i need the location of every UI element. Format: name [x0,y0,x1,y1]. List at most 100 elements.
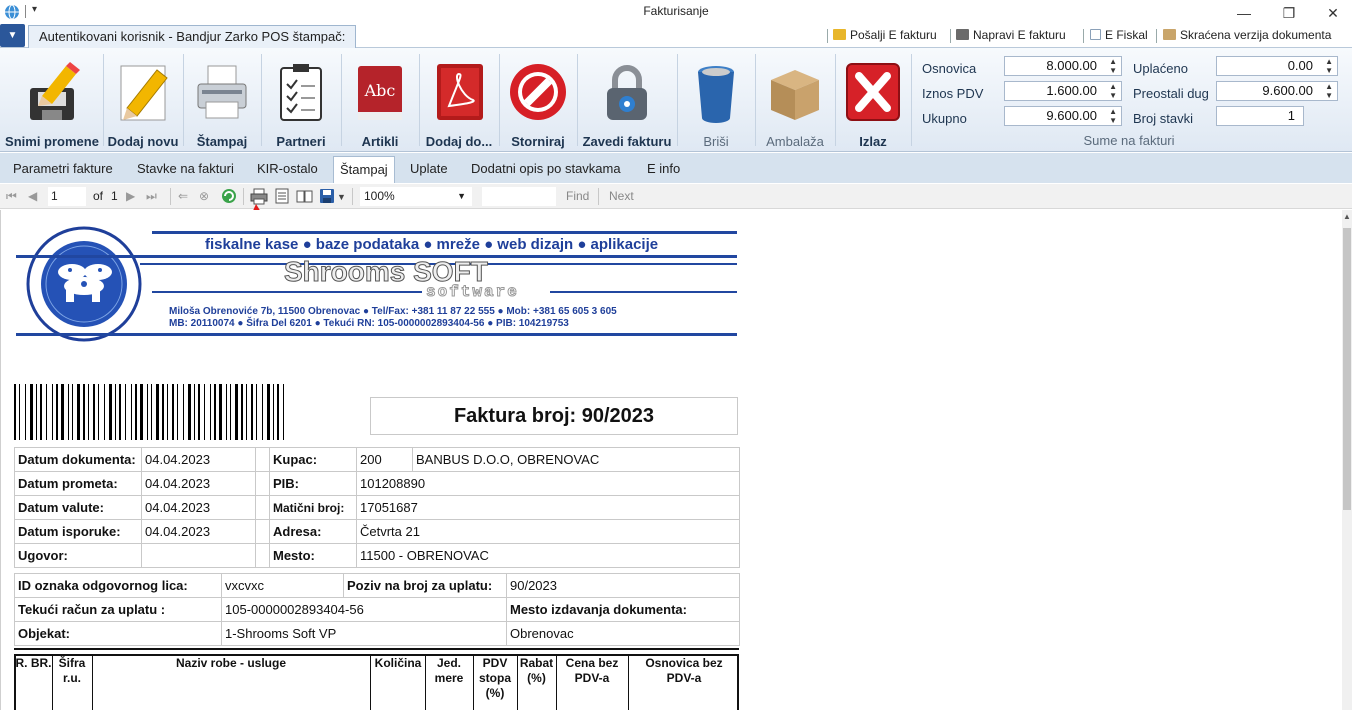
uplaceno-field[interactable]: 0.00 ▲ ▼ [1216,56,1338,76]
tab-uplate[interactable]: Uplate [404,156,454,183]
efiskal-button[interactable]: E Fiskal [1090,28,1148,42]
find-link[interactable]: Find [566,189,589,203]
print-report-icon[interactable] [250,188,268,205]
osnovica-field[interactable]: 8.000.00 ▲ ▼ [1004,56,1122,76]
create-efaktura-button[interactable]: Napravi E fakturu [956,28,1066,42]
barcode-bar [235,384,238,440]
storno-button[interactable]: Storniraj [500,50,576,150]
qa-label: Pošalji E fakturu [850,28,937,42]
add-pdf-button[interactable]: Dodaj do... [420,50,498,150]
user-tab[interactable]: Autentikovani korisnik - Bandjur Zarko P… [28,25,357,48]
app-menu-button[interactable]: ▼ [0,24,25,47]
broj-stavki-field[interactable]: 1 [1216,106,1304,126]
detail-value [141,543,256,568]
short-version-button[interactable]: Skraćena verzija dokumenta [1163,28,1331,42]
back-icon[interactable]: ⇐ [178,189,188,203]
next-page-icon[interactable]: ▶ [126,189,135,203]
stop-icon[interactable]: ⊗ [199,189,209,203]
spinner-icon[interactable]: ▲ ▼ [1325,57,1333,75]
iznos-pdv-field[interactable]: 1.600.00 ▲ ▼ [1004,81,1122,101]
barcode-bar [56,384,58,440]
column-separator [628,655,629,710]
pdf-icon [437,64,483,120]
tab-stampaj[interactable]: Štampaj [333,156,395,183]
barcode-bar [183,384,184,440]
export-icon[interactable] [319,188,335,204]
window-title: Fakturisanje [643,4,709,18]
table-row: Datum valute: 04.04.2023 Matični broj: 1705… [14,495,740,520]
detail-spacer [255,447,270,472]
barcode-bar [219,384,222,440]
exit-button[interactable]: Izlaz [836,50,910,150]
ukupno-field[interactable]: 9.600.00 ▲ ▼ [1004,106,1122,126]
ribbon-label: Snimi promene [5,134,99,149]
partners-button[interactable]: Partneri [262,50,340,150]
spinner-icon[interactable]: ▲ ▼ [1109,57,1117,75]
scroll-up-icon[interactable]: ▲ [1343,212,1351,221]
barcode-bar [147,384,148,440]
print-layout-icon[interactable] [274,188,290,204]
printer-icon [197,65,247,119]
payment-label: ID oznaka odgovornog lica: [14,573,222,598]
articles-button[interactable]: Abc Artikli [342,50,418,150]
delete-button[interactable]: Briši [678,50,754,150]
qa-separator [827,29,828,43]
last-page-icon[interactable]: ⏭ [146,189,157,204]
barcode-bar [188,384,191,440]
print-button[interactable]: Štampaj [184,50,260,150]
calculator-icon [1163,29,1176,40]
spinner-icon[interactable]: ▲ ▼ [1109,82,1117,100]
packaging-button[interactable]: Ambalaža [756,50,834,150]
barcode-bar [256,384,257,440]
tab-kir-ostalo[interactable]: KIR-ostalo [251,156,324,183]
tab-e-info[interactable]: E info [641,156,686,183]
header-rule [16,333,737,336]
detail-label: Datum isporuke: [14,519,142,544]
save-changes-button[interactable]: Snimi promene [2,50,102,150]
card-icon [956,29,969,40]
add-new-button[interactable]: Dodaj novu [104,50,182,150]
minimize-button[interactable]: — [1222,2,1266,24]
column-separator [425,655,426,710]
barcode-bar [210,384,211,440]
qa-separator [1083,29,1084,43]
tab-parametri-fakture[interactable]: Parametri fakture [7,156,119,183]
header-rule [152,291,422,293]
register-invoice-button[interactable]: Zavedi fakturu [578,50,676,150]
export-dropdown-icon[interactable]: ▼ [337,192,346,202]
spinner-icon[interactable]: ▲ ▼ [1325,82,1333,100]
next-link[interactable]: Next [609,189,634,203]
zoom-select[interactable]: 100% ▼ [360,187,472,206]
col-kolicina: Količina [374,656,422,670]
barcode-bar [140,384,143,440]
scroll-thumb[interactable] [1343,228,1351,510]
barcode-bar [25,384,26,440]
preostali-dug-field[interactable]: 9.600.00 ▲ ▼ [1216,81,1338,101]
page-number-input[interactable]: 1 [48,187,86,206]
svg-text:Abc: Abc [364,81,396,100]
detail-label: Datum prometa: [14,471,142,496]
barcode-bar [36,384,37,440]
barcode-bar [204,384,205,440]
barcode-bar [40,384,42,440]
barcode-bar [151,384,152,440]
close-button[interactable]: ✕ [1311,2,1352,24]
barcode-bar [72,384,73,440]
refresh-icon[interactable] [221,188,237,204]
qa-separator [1156,29,1157,43]
tab-stavke-na-fakturi[interactable]: Stavke na fakturi [131,156,240,183]
detail-label: Adresa: [269,519,357,544]
tab-dodatni-opis[interactable]: Dodatni opis po stavkama [465,156,627,183]
page-setup-icon[interactable] [296,188,314,204]
first-page-icon[interactable]: ⏮ [6,189,17,204]
detail-value: 04.04.2023 [141,519,256,544]
detail-label: PIB: [269,471,357,496]
barcode-bar [109,384,112,440]
spinner-icon[interactable]: ▲ ▼ [1109,107,1117,125]
restore-button[interactable]: ❐ [1267,2,1311,24]
send-efaktura-button[interactable]: Pošalji E fakturu [833,28,937,42]
find-input[interactable] [482,187,556,206]
table-row: Objekat: 1-Shrooms Soft VP Obrenovac [14,621,740,646]
barcode-bar [167,384,168,440]
prev-page-icon[interactable]: ◀ [28,189,37,203]
